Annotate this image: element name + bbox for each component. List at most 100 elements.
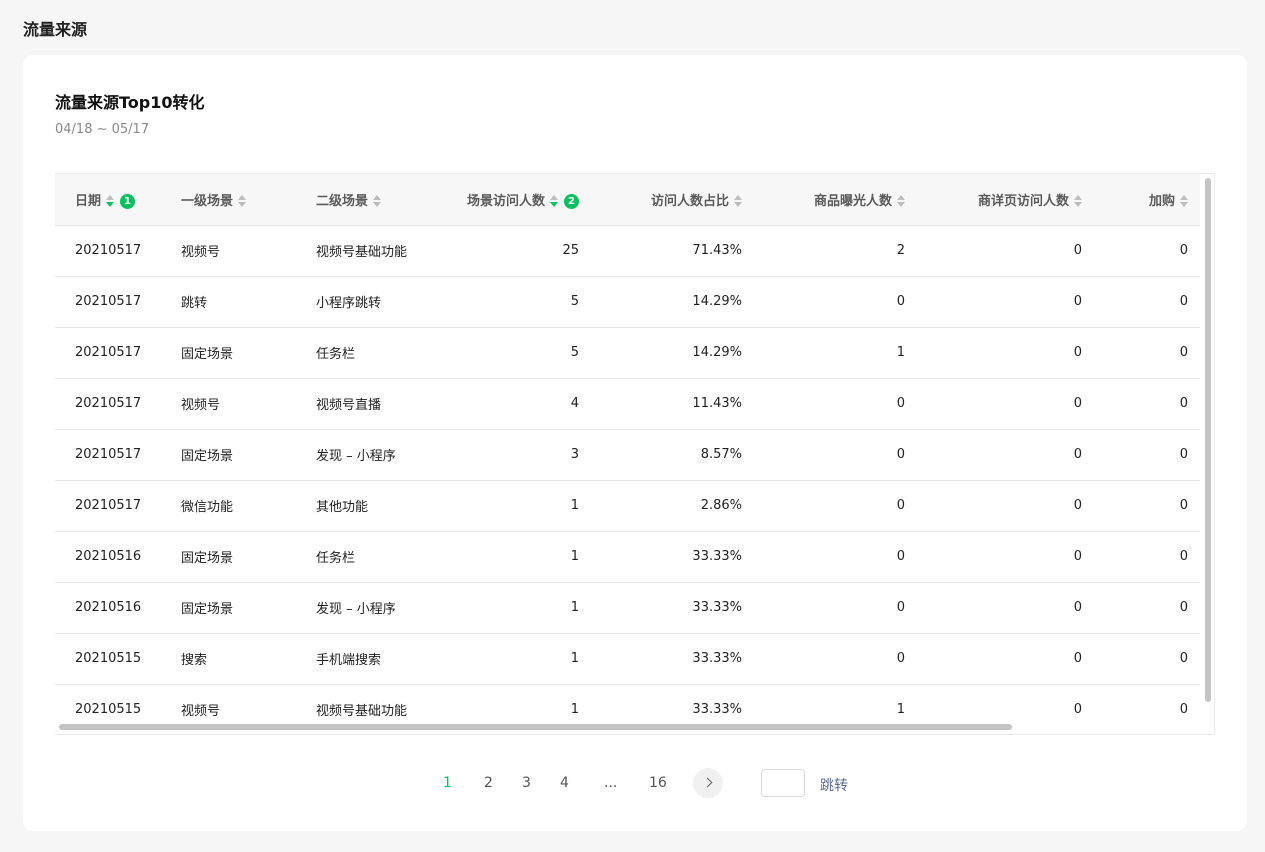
table-cell: 33.33%	[692, 600, 742, 615]
next-page-button[interactable]	[693, 768, 723, 798]
table-container: 日期 1 一级场景 二级场景 场景访问人数 2 访问人数占比 商品曝光人数 商详页访问人数 加购 …	[55, 173, 1215, 735]
table-cell: 14.29%	[692, 294, 742, 309]
table-cell: 视频号直播	[316, 398, 382, 413]
table-cell: 0	[1179, 702, 1188, 718]
table-cell: 20210516	[75, 549, 142, 564]
table-cell: 20210517	[75, 498, 142, 513]
table-cell: 33.33%	[692, 702, 742, 718]
sort-caret-icon[interactable]	[897, 194, 905, 208]
column-header-label: 商详页访问人数	[977, 193, 1069, 209]
table-cell: 搜索	[181, 653, 208, 668]
table-row: 20210516 固定场景 任务栏 1 33.33% 0 0 0	[55, 531, 1200, 582]
table-cell: 0	[1179, 396, 1188, 411]
table-row: 20210515 搜索 手机端搜索 1 33.33% 0 0 0	[55, 633, 1200, 684]
table-cell: 0	[1073, 498, 1082, 513]
table-cell: 任务栏	[316, 347, 356, 362]
table-cell: 0	[896, 294, 905, 309]
table-cell: 0	[1073, 600, 1082, 615]
table-cell: 0	[1179, 447, 1188, 462]
column-header[interactable]: 日期 1	[55, 174, 181, 225]
page-3[interactable]: 3	[522, 775, 531, 791]
table-cell: 0	[896, 498, 905, 513]
table-cell: 0	[1179, 549, 1188, 564]
column-header[interactable]: 访问人数占比	[591, 174, 754, 225]
table-cell: 1	[570, 651, 579, 666]
page-1[interactable]: 1	[443, 775, 452, 791]
table-cell: 0	[1179, 651, 1188, 666]
page-2[interactable]: 2	[484, 775, 493, 791]
column-header-label: 日期	[75, 193, 102, 209]
column-header-label: 访问人数占比	[650, 193, 729, 209]
table-cell: 0	[896, 651, 905, 666]
table-cell: 0	[1073, 702, 1082, 718]
traffic-table: 日期 1 一级场景 二级场景 场景访问人数 2 访问人数占比 商品曝光人数 商详页访问人数 加购 …	[55, 174, 1200, 720]
table-cell: 20210517	[75, 294, 142, 309]
table-row: 20210517 固定场景 任务栏 5 14.29% 1 0 0	[55, 327, 1200, 378]
table-cell: 0	[896, 447, 905, 462]
table-cell: 手机端搜索	[316, 653, 382, 668]
table-cell: 14.29%	[692, 345, 742, 360]
table-row: 20210517 微信功能 其他功能 1 2.86% 0 0 0	[55, 480, 1200, 531]
table-body: 20210517 视频号 视频号基础功能 25 71.43% 2 0 0 20210517 跳转小…	[55, 225, 1200, 720]
table-cell: 2	[896, 243, 905, 258]
table-cell: 跳转	[181, 296, 208, 311]
vertical-scroll-thumb[interactable]	[1205, 178, 1211, 702]
table-cell: 0	[896, 549, 905, 564]
table-cell: 小程序跳转	[316, 296, 382, 311]
column-header[interactable]: 场景访问人数 2	[446, 174, 591, 225]
traffic-source-card: 流量来源Top10转化 04/18 ~ 05/17 日期 1 一级场景 二级场景 场景访…	[23, 55, 1247, 831]
table-cell: 1	[570, 600, 579, 615]
sort-caret-icon[interactable]	[1180, 194, 1188, 208]
date-range: 04/18 ~ 05/17	[55, 122, 150, 137]
page-title: 流量来源	[23, 20, 88, 39]
sort-order-badge: 2	[564, 193, 579, 209]
column-header[interactable]: 商详页访问人数	[917, 174, 1094, 225]
jump-button[interactable]: 跳转	[820, 775, 848, 795]
table-cell: 0	[1179, 294, 1188, 309]
vertical-scrollbar[interactable]	[1202, 174, 1214, 720]
table-cell: 0	[1073, 447, 1082, 462]
table-header-row: 日期 1 一级场景 二级场景 场景访问人数 2 访问人数占比 商品曝光人数 商详页访问人数 加购	[55, 174, 1200, 225]
sort-caret-icon[interactable]	[238, 194, 247, 208]
table-cell: 4	[570, 396, 579, 411]
horizontal-scroll-thumb[interactable]	[59, 724, 1012, 730]
column-header-label: 商品曝光人数	[813, 193, 892, 209]
column-header-label: 场景访问人数	[466, 193, 545, 209]
sort-caret-icon[interactable]	[1074, 194, 1082, 208]
sort-order-badge: 1	[120, 193, 136, 209]
table-cell: 0	[1179, 600, 1188, 615]
table-cell: 任务栏	[316, 551, 356, 566]
table-row: 20210517 视频号 视频号基础功能 25 71.43% 2 0 0	[55, 225, 1200, 276]
sort-caret-icon[interactable]	[106, 194, 115, 208]
table-cell: 2.86%	[700, 498, 742, 513]
table-cell: 固定场景	[181, 347, 234, 362]
table-cell: 5	[570, 345, 579, 360]
table-cell: 视频号	[181, 245, 221, 260]
table-cell: 0	[1073, 651, 1082, 666]
table-cell: 视频号基础功能	[316, 245, 408, 260]
column-header[interactable]: 二级场景	[316, 174, 446, 225]
table-cell: 微信功能	[181, 500, 234, 515]
horizontal-scrollbar[interactable]	[55, 720, 1202, 734]
table-cell: 20210515	[75, 702, 142, 718]
table-cell: 1	[570, 498, 579, 513]
column-header[interactable]: 加购	[1094, 174, 1200, 225]
table-cell: 71.43%	[692, 243, 742, 258]
column-header[interactable]: 一级场景	[181, 174, 316, 225]
table-cell: 8.57%	[700, 447, 742, 462]
table-row: 20210516 固定场景 发现 – 小程序 1 33.33% 0 0 0	[55, 582, 1200, 633]
page-jump-input[interactable]	[761, 769, 805, 797]
table-row: 20210517 固定场景 发现 – 小程序 3 8.57% 0 0 0	[55, 429, 1200, 480]
page-4[interactable]: 4	[560, 775, 569, 791]
sort-caret-icon[interactable]	[550, 194, 558, 208]
column-header-label: 加购	[1148, 193, 1175, 209]
column-header-label: 一级场景	[181, 193, 234, 209]
table-cell: 33.33%	[692, 549, 742, 564]
table-cell: 0	[896, 396, 905, 411]
sort-caret-icon[interactable]	[734, 194, 742, 208]
page-ellipsis[interactable]: ...	[604, 775, 617, 791]
sort-caret-icon[interactable]	[373, 194, 382, 208]
page-16[interactable]: 16	[649, 775, 667, 791]
table-row: 20210517 视频号 视频号直播 4 11.43% 0 0 0	[55, 378, 1200, 429]
column-header[interactable]: 商品曝光人数	[754, 174, 917, 225]
